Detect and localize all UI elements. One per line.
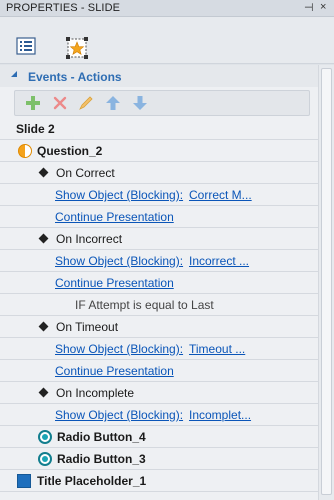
panel-title-bar: PROPERTIES - SLIDE ⊣ × xyxy=(0,0,334,17)
object-label: Radio Button_4 xyxy=(57,430,146,444)
event-label: On Correct xyxy=(56,166,115,180)
question-label: Question_2 xyxy=(37,144,103,158)
pin-icon[interactable]: ⊣ xyxy=(304,1,314,14)
action-link[interactable]: Show Object (Blocking): xyxy=(55,342,183,356)
action-link[interactable]: Continue Presentation xyxy=(55,210,174,224)
add-icon[interactable] xyxy=(24,94,42,112)
action-target-link[interactable]: Correct M... xyxy=(189,188,252,202)
tree-row-action[interactable]: Continue Presentation xyxy=(0,206,318,228)
condition-label: IF Attempt is equal to Last xyxy=(75,298,214,312)
delete-icon[interactable] xyxy=(51,94,69,112)
event-label: On Incomplete xyxy=(56,386,135,400)
event-diamond-icon xyxy=(38,387,49,398)
action-target-link[interactable]: Timeout ... xyxy=(189,342,245,356)
tree-row-radio-button-4[interactable]: Radio Button_4 xyxy=(0,426,318,448)
action-target-link[interactable]: Incorrect ... xyxy=(189,254,249,268)
tree-row-action[interactable]: Show Object (Blocking): Correct M... xyxy=(0,184,318,206)
actions-toolbar xyxy=(14,90,310,116)
events-actions-panel: Events - Actions Slide 2 Question_2 On C… xyxy=(0,65,318,500)
tree-row-on-correct[interactable]: On Correct xyxy=(0,162,318,184)
tree-row-on-incomplete[interactable]: On Incomplete xyxy=(0,382,318,404)
tree-row-on-timeout[interactable]: On Timeout xyxy=(0,316,318,338)
tree-row-on-incorrect[interactable]: On Incorrect xyxy=(0,228,318,250)
action-link[interactable]: Show Object (Blocking): xyxy=(55,254,183,268)
event-diamond-icon xyxy=(38,233,49,244)
event-diamond-icon xyxy=(38,321,49,332)
action-link[interactable]: Continue Presentation xyxy=(55,364,174,378)
close-icon[interactable]: × xyxy=(320,1,326,13)
tree-row-radio-button-3[interactable]: Radio Button_3 xyxy=(0,448,318,470)
tree-row-title-placeholder[interactable]: Title Placeholder_1 xyxy=(0,470,318,492)
tree-row-action[interactable]: Continue Presentation xyxy=(0,360,318,382)
slide-effects-icon[interactable] xyxy=(65,37,89,59)
edit-icon[interactable] xyxy=(77,94,95,112)
properties-icon-bar xyxy=(0,17,334,64)
object-label: Radio Button_3 xyxy=(57,452,146,466)
action-link[interactable]: Show Object (Blocking): xyxy=(55,188,183,202)
tree-row-question[interactable]: Question_2 xyxy=(0,140,318,162)
question-icon xyxy=(18,144,32,158)
slide-list-icon[interactable] xyxy=(16,37,40,59)
radio-button-icon xyxy=(38,430,52,444)
tree-row-condition[interactable]: IF Attempt is equal to Last xyxy=(0,294,318,316)
tree-row-slide[interactable]: Slide 2 xyxy=(0,118,318,140)
event-label: On Incorrect xyxy=(56,232,123,246)
tree-row-action[interactable]: Show Object (Blocking): Incorrect ... xyxy=(0,250,318,272)
scrollbar-thumb[interactable] xyxy=(321,68,332,495)
section-header[interactable]: Events - Actions xyxy=(0,65,318,87)
collapse-arrow-icon[interactable] xyxy=(11,71,17,77)
tree-row-action[interactable]: Continue Presentation xyxy=(0,272,318,294)
panel-title: PROPERTIES - SLIDE xyxy=(6,2,121,14)
section-title: Events - Actions xyxy=(28,70,122,84)
object-label: Title Placeholder_1 xyxy=(37,474,147,488)
vertical-scrollbar[interactable] xyxy=(318,65,334,500)
event-diamond-icon xyxy=(38,167,49,178)
placeholder-icon xyxy=(17,474,31,488)
tree-row-action[interactable]: Show Object (Blocking): Timeout ... xyxy=(0,338,318,360)
radio-button-icon xyxy=(38,452,52,466)
action-link[interactable]: Continue Presentation xyxy=(55,276,174,290)
move-up-icon[interactable] xyxy=(104,94,122,112)
action-target-link[interactable]: Incomplet... xyxy=(189,408,251,422)
slide-label: Slide 2 xyxy=(16,122,55,136)
tree-row-action[interactable]: Show Object (Blocking): Incomplet... xyxy=(0,404,318,426)
move-down-icon[interactable] xyxy=(131,94,149,112)
action-link[interactable]: Show Object (Blocking): xyxy=(55,408,183,422)
event-label: On Timeout xyxy=(56,320,119,334)
